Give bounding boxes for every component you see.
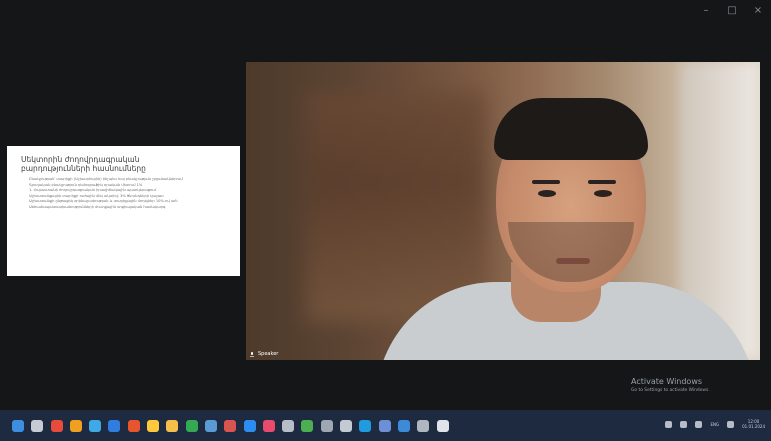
watermark-subtitle: Go to Settings to activate Windows. <box>631 388 710 393</box>
close-button[interactable]: × <box>753 6 763 16</box>
maximize-button[interactable]: □ <box>727 6 737 16</box>
app-icon-9[interactable] <box>204 420 217 432</box>
participant-mouth <box>556 258 590 264</box>
app-icon-16[interactable] <box>340 420 353 432</box>
participant-hair <box>494 98 648 160</box>
app-icon-12[interactable] <box>262 420 275 432</box>
app-icon-2[interactable] <box>69 420 82 432</box>
participant-eye <box>538 190 556 197</box>
activate-windows-watermark: Activate Windows Go to Settings to activ… <box>631 377 710 394</box>
participant-brow <box>532 180 560 184</box>
microphone-icon <box>250 351 254 357</box>
app-icon-17[interactable] <box>359 420 372 432</box>
clock[interactable]: 12:00 01.01.2024 <box>742 419 765 429</box>
wifi-icon[interactable] <box>727 420 735 428</box>
app-icon-18[interactable] <box>378 420 391 432</box>
app-icon-21[interactable] <box>436 420 449 432</box>
app-icon-19[interactable] <box>397 420 410 432</box>
network-icon[interactable] <box>665 420 673 428</box>
slide-bullet-list: Բնակչության՝ տարիքի (Աշխարհային) ինչպես … <box>21 177 232 211</box>
slide-bullet: Աշխատանքի ընթացիկ օրինաչափության և տարիք… <box>29 199 234 210</box>
app-icon-20[interactable] <box>417 420 430 432</box>
taskbar-app-icons <box>12 420 449 432</box>
volume-icon[interactable] <box>695 420 703 428</box>
app-icon-13[interactable] <box>282 420 295 432</box>
app-icon-4[interactable] <box>108 420 121 432</box>
language-indicator[interactable]: ENG <box>710 422 719 427</box>
participant-eye <box>594 190 612 197</box>
app-icon-10[interactable] <box>224 420 237 432</box>
app-icon-15[interactable] <box>320 420 333 432</box>
participant-video-tile[interactable]: Speaker <box>246 62 760 360</box>
participant-name: Speaker <box>258 351 279 357</box>
windows-start-icon[interactable] <box>12 420 24 432</box>
meeting-window: – □ × Սեկտորին ժողովրդագրական բարդությու… <box>0 0 771 410</box>
app-icon-8[interactable] <box>185 420 198 432</box>
app-icon-3[interactable] <box>89 420 102 432</box>
app-icon-6[interactable] <box>147 420 160 432</box>
participant-brow <box>588 180 616 184</box>
minimize-button[interactable]: – <box>701 6 711 16</box>
app-icon-7[interactable] <box>166 420 179 432</box>
search-icon[interactable] <box>31 420 44 432</box>
clock-date: 01.01.2024 <box>742 424 765 429</box>
app-icon-11[interactable] <box>243 420 256 432</box>
app-icon-14[interactable] <box>301 420 314 432</box>
slide-title: Սեկտորին ժողովրդագրական բարդությունների … <box>21 155 146 173</box>
window-controls: – □ × <box>701 6 763 16</box>
app-icon-1[interactable] <box>50 420 63 432</box>
system-tray: ENG 12:00 01.01.2024 <box>665 419 765 429</box>
app-icon-5[interactable] <box>127 420 140 432</box>
participant-name-tag: Speaker <box>249 351 278 357</box>
chevron-up-icon[interactable] <box>680 420 688 428</box>
watermark-title: Activate Windows <box>631 377 703 386</box>
shared-screen-slide[interactable]: Սեկտորին ժողովրդագրական բարդությունների … <box>7 146 240 276</box>
taskbar: ENG 12:00 01.01.2024 <box>0 410 771 441</box>
